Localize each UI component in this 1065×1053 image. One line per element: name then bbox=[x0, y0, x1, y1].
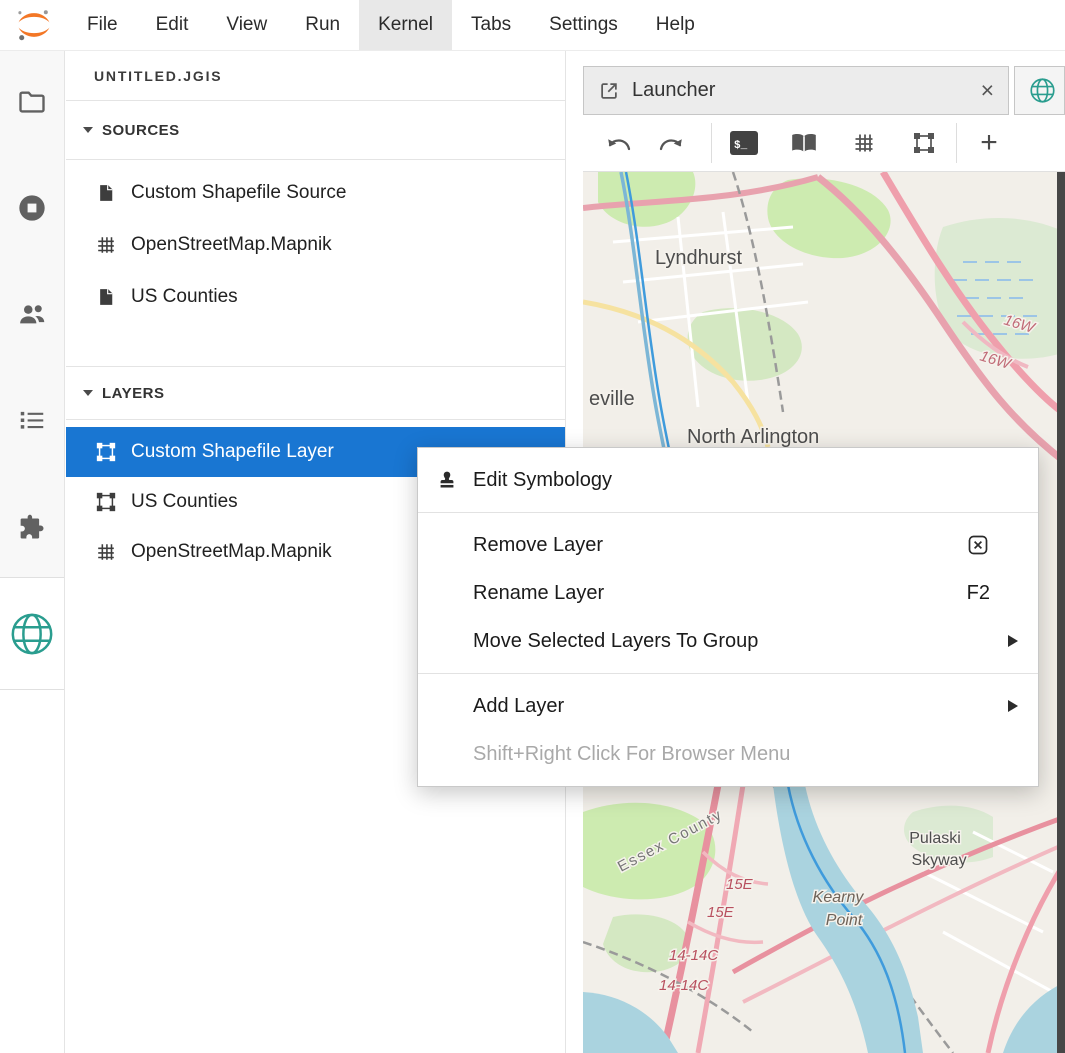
layers-section-header[interactable]: LAYERS bbox=[66, 366, 565, 420]
map-label: 15E bbox=[707, 904, 735, 921]
jupytergis-globe-icon bbox=[1029, 77, 1056, 104]
menu-item-browser-menu-hint: Shift+Right Click For Browser Menu bbox=[418, 730, 1038, 778]
tab-launcher-label: Launcher bbox=[632, 79, 969, 102]
map-label: eville bbox=[589, 388, 635, 410]
menu-item-rename-layer[interactable]: Rename Layer F2 bbox=[418, 569, 1038, 617]
map-label: 14-14C bbox=[659, 977, 708, 994]
menu-item-remove-layer[interactable]: Remove Layer bbox=[418, 521, 1038, 569]
menu-kernel[interactable]: Kernel bbox=[359, 0, 452, 50]
menu-item-label: Edit Symbology bbox=[473, 469, 1018, 492]
map-label: Skyway bbox=[911, 852, 966, 869]
raster-grid-icon bbox=[94, 233, 118, 257]
source-item-osm-mapnik[interactable]: OpenStreetMap.Mapnik bbox=[66, 219, 565, 271]
source-item-label: Custom Shapefile Source bbox=[131, 182, 346, 204]
menu-item-label: Rename Layer bbox=[473, 582, 967, 605]
undo-button[interactable] bbox=[597, 121, 641, 165]
submenu-arrow-icon bbox=[1008, 700, 1018, 712]
add-button[interactable]: + bbox=[967, 121, 1011, 165]
new-vector-layer-button[interactable] bbox=[902, 121, 946, 165]
console-button[interactable]: $_ bbox=[722, 121, 766, 165]
toolbar-divider bbox=[711, 123, 712, 163]
new-raster-layer-button[interactable] bbox=[842, 121, 886, 165]
menu-item-label: Shift+Right Click For Browser Menu bbox=[473, 743, 1018, 766]
symbology-icon bbox=[434, 467, 460, 493]
source-item-label: OpenStreetMap.Mapnik bbox=[131, 234, 332, 256]
remove-box-icon bbox=[966, 533, 990, 557]
raster-grid-icon bbox=[94, 540, 118, 564]
menu-run[interactable]: Run bbox=[286, 0, 359, 50]
menu-item-label: Move Selected Layers To Group bbox=[473, 630, 1008, 653]
menu-tabs[interactable]: Tabs bbox=[452, 0, 530, 50]
sources-list: Custom Shapefile Source OpenStreetMap.Ma… bbox=[66, 160, 565, 323]
menu-divider bbox=[418, 673, 1038, 674]
docs-book-icon[interactable] bbox=[782, 121, 826, 165]
close-icon[interactable]: × bbox=[981, 79, 994, 102]
dock-tab-bar: Launcher × bbox=[583, 66, 1065, 115]
tab-launcher[interactable]: Launcher × bbox=[583, 66, 1009, 115]
menu-file[interactable]: File bbox=[68, 0, 137, 50]
map-label: Kearny bbox=[813, 889, 865, 906]
chevron-down-icon bbox=[83, 127, 93, 133]
jupytergis-globe-icon[interactable] bbox=[0, 578, 64, 690]
menu-item-move-layers-to-group[interactable]: Move Selected Layers To Group bbox=[418, 617, 1038, 665]
map-toolbar: $_ + bbox=[583, 115, 1065, 172]
plus-icon: + bbox=[980, 128, 998, 158]
file-icon bbox=[94, 285, 118, 309]
submenu-arrow-icon bbox=[1008, 635, 1018, 647]
folder-icon[interactable] bbox=[10, 80, 54, 124]
menu-item-edit-symbology[interactable]: Edit Symbology bbox=[418, 456, 1038, 504]
map-label: North Arlington bbox=[687, 426, 819, 448]
redo-button[interactable] bbox=[649, 121, 693, 165]
layer-item-label: Custom Shapefile Layer bbox=[131, 441, 334, 463]
layer-item-label: OpenStreetMap.Mapnik bbox=[131, 541, 332, 563]
menu-item-add-layer[interactable]: Add Layer bbox=[418, 682, 1038, 730]
source-item-us-counties[interactable]: US Counties bbox=[66, 271, 565, 323]
sources-section-header[interactable]: SOURCES bbox=[66, 101, 565, 160]
layer-context-menu: Edit Symbology Remove Layer Rename Layer… bbox=[417, 447, 1039, 787]
file-icon bbox=[94, 181, 118, 205]
menu-divider bbox=[418, 512, 1038, 513]
tab-jgis-document[interactable] bbox=[1014, 66, 1065, 115]
map-label: Pulaski bbox=[909, 830, 961, 847]
launcher-icon bbox=[598, 80, 620, 102]
menu-view[interactable]: View bbox=[207, 0, 286, 50]
menu-item-label: Add Layer bbox=[473, 695, 1008, 718]
map-label: Lyndhurst bbox=[655, 247, 743, 269]
running-sessions-icon[interactable] bbox=[10, 186, 54, 230]
panel-title: UNTITLED.JGIS bbox=[66, 51, 565, 101]
menu-shortcut: F2 bbox=[967, 582, 990, 605]
map-label: 14-14C bbox=[669, 947, 718, 964]
layers-header-label: LAYERS bbox=[102, 385, 164, 402]
source-item-custom-shapefile[interactable]: Custom Shapefile Source bbox=[66, 167, 565, 219]
activity-bar bbox=[0, 51, 65, 1053]
layer-item-label: US Counties bbox=[131, 491, 238, 513]
chevron-down-icon bbox=[83, 390, 93, 396]
extensions-icon[interactable] bbox=[10, 504, 54, 548]
menu-edit[interactable]: Edit bbox=[137, 0, 208, 50]
sources-header-label: SOURCES bbox=[102, 122, 180, 139]
jupyter-logo-icon bbox=[0, 0, 68, 50]
menu-item-label: Remove Layer bbox=[473, 534, 966, 557]
menu-help[interactable]: Help bbox=[637, 0, 714, 50]
vector-layer-icon bbox=[94, 440, 118, 464]
vector-layer-icon bbox=[94, 490, 118, 514]
map-label: Point bbox=[826, 912, 863, 929]
activity-bar-top bbox=[0, 51, 64, 578]
console-icon: $_ bbox=[730, 131, 758, 155]
toolbar-divider bbox=[956, 123, 957, 163]
users-icon[interactable] bbox=[10, 292, 54, 336]
map-edge-strip bbox=[1057, 172, 1065, 1053]
map-label: 15E bbox=[726, 876, 754, 893]
table-of-contents-icon[interactable] bbox=[10, 398, 54, 442]
menu-settings[interactable]: Settings bbox=[530, 0, 637, 50]
menubar: File Edit View Run Kernel Tabs Settings … bbox=[0, 0, 1065, 51]
source-item-label: US Counties bbox=[131, 286, 238, 308]
